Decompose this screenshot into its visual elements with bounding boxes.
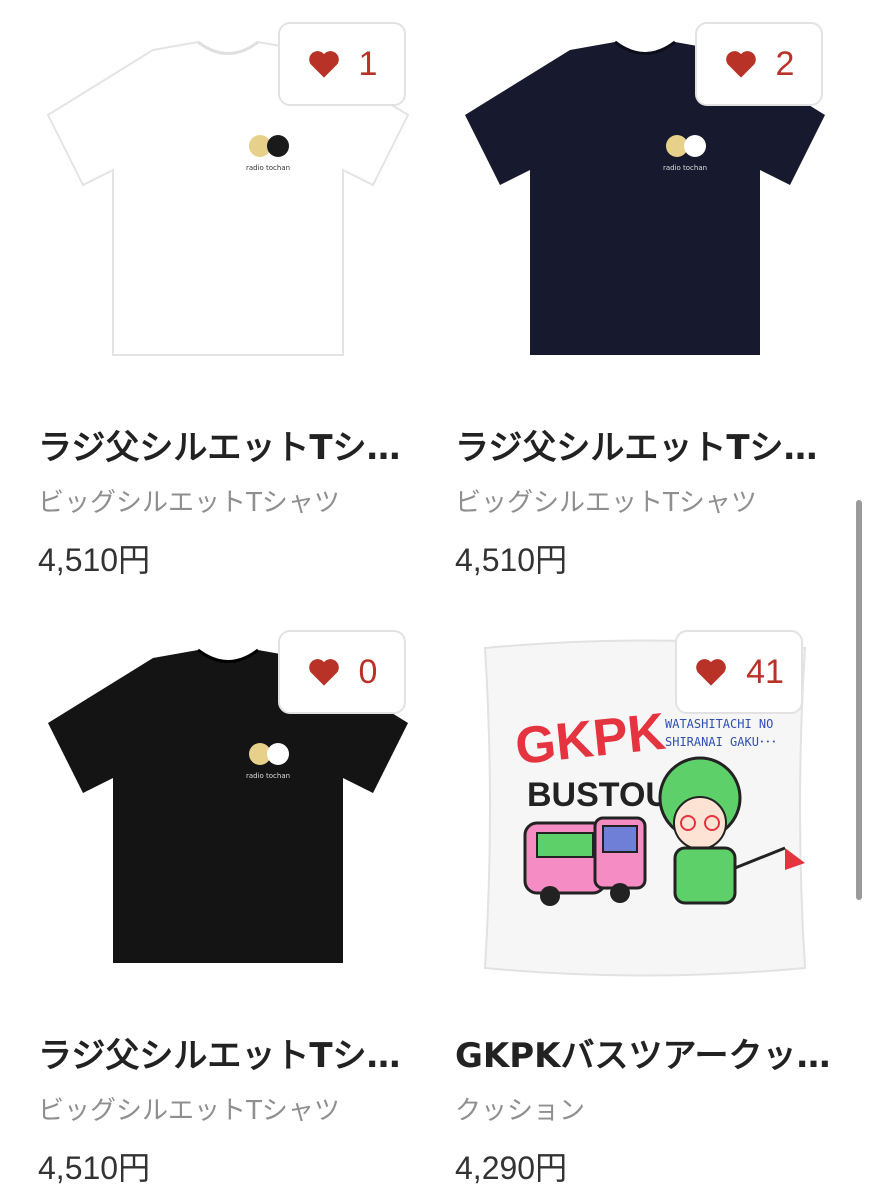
product-category: ビッグシルエットTシャツ	[455, 488, 757, 518]
product-category: ビッグシルエットTシャツ	[38, 488, 340, 518]
heart-icon	[696, 659, 726, 686]
product-grid: radio tochan 1 ラジ父シルエットTシャツ ビッグシルエットTシャツ…	[0, 0, 870, 1200]
heart-icon	[308, 51, 339, 78]
svg-text:WATASHITACHI NO: WATASHITACHI NO	[665, 717, 773, 731]
product-card[interactable]: radio tochan 0 ラジ父シルエットTシャツ ビッグシルエットTシャツ…	[38, 628, 418, 1188]
heart-icon	[725, 51, 756, 78]
heart-icon	[308, 659, 339, 686]
chest-print: radio tochan	[246, 743, 290, 780]
product-card[interactable]: radio tochan 1 ラジ父シルエットTシャツ ビッグシルエットTシャツ…	[38, 20, 418, 580]
like-button[interactable]: 0	[278, 630, 406, 714]
product-price: 4,510円	[455, 542, 568, 578]
product-price: 4,290円	[455, 1150, 568, 1186]
product-price: 4,510円	[38, 1150, 151, 1186]
svg-text:radio tochan: radio tochan	[246, 164, 290, 172]
chest-print: radio tochan	[663, 135, 707, 172]
product-card[interactable]: GKPK WATASHITACHI NO SHIRANAI GAKU･･･ BU…	[455, 628, 835, 1188]
product-category: クッション	[455, 1096, 586, 1126]
bus-illustration	[523, 816, 647, 906]
svg-text:SHIRANAI GAKU･･･: SHIRANAI GAKU･･･	[665, 735, 777, 749]
product-title[interactable]: ラジ父シルエットTシャツ	[455, 420, 835, 469]
chest-print: radio tochan	[246, 135, 290, 172]
like-count: 1	[358, 44, 378, 83]
like-button[interactable]: 1	[278, 22, 406, 106]
product-price: 4,510円	[38, 542, 151, 578]
product-title[interactable]: ラジ父シルエットTシャツ	[38, 420, 418, 469]
like-count: 0	[358, 652, 378, 691]
svg-text:radio tochan: radio tochan	[663, 164, 707, 172]
vertical-scrollbar[interactable]	[856, 500, 862, 900]
like-button[interactable]: 41	[675, 630, 803, 714]
like-count: 41	[746, 652, 784, 691]
product-card[interactable]: radio tochan 2 ラジ父シルエットTシャツ ビッグシルエットTシャツ…	[455, 20, 835, 580]
like-count: 2	[775, 44, 795, 83]
svg-text:radio tochan: radio tochan	[246, 772, 290, 780]
product-category: ビッグシルエットTシャツ	[38, 1096, 340, 1126]
product-title[interactable]: ラジ父シルエットTシャツ	[38, 1028, 418, 1077]
product-title[interactable]: GKPKバスツアークッション	[455, 1028, 835, 1077]
like-button[interactable]: 2	[695, 22, 823, 106]
